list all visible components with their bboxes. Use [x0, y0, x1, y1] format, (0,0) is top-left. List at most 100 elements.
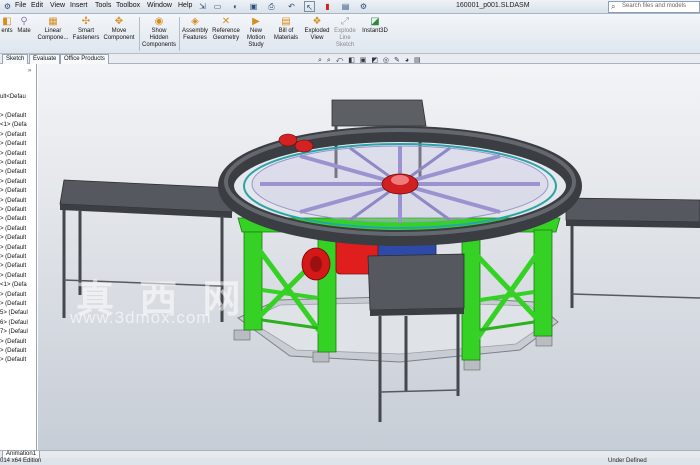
menu-bar: ⚙ File Edit View Insert Tools Toolbox Wi… — [0, 0, 700, 14]
search-input[interactable]: ⌕ Search files and models — [608, 1, 700, 13]
insert-components-button[interactable]: ◧ ents — [0, 16, 14, 35]
tree-component-item[interactable]: > (Default — [0, 292, 26, 299]
tree-component-item[interactable]: > (Default — [0, 198, 26, 205]
pin-icon[interactable]: ⇲ — [197, 1, 208, 12]
tab-evaluate[interactable]: Evaluate — [29, 54, 61, 64]
tree-component-item[interactable]: > (Default — [0, 132, 26, 139]
table-rail — [379, 389, 459, 393]
display-style-icon[interactable]: ◩ — [371, 57, 378, 64]
motion-study-icon: ▶ — [252, 16, 260, 27]
bill-of-materials-icon: ▤ — [281, 16, 291, 27]
tree-component-item[interactable]: > (Default — [0, 216, 26, 223]
tree-component-item[interactable]: > (Default — [0, 348, 26, 355]
assembly-model[interactable] — [38, 64, 700, 450]
view-settings-icon[interactable]: ▤ — [414, 57, 421, 64]
tree-component-item[interactable]: > (Default — [0, 245, 26, 252]
move-component-button[interactable]: ✥ Move Component — [102, 16, 136, 42]
foot — [233, 329, 251, 341]
smart-fasteners-button[interactable]: ✣ Smart Fasteners — [72, 16, 100, 42]
undo-icon[interactable]: ↶ — [286, 1, 297, 12]
menu-tools[interactable]: Tools — [95, 2, 111, 9]
tree-component-item[interactable]: 5> (Defaul — [0, 310, 28, 317]
tree-component-item[interactable]: > (Default — [0, 226, 26, 233]
rebuild-icon[interactable]: ▮ — [322, 1, 333, 12]
table-top-right — [565, 197, 700, 223]
menu-insert[interactable]: Insert — [70, 2, 88, 9]
file-properties-icon[interactable]: ▤ — [340, 1, 351, 12]
tree-component-item[interactable]: > (Default — [0, 113, 26, 120]
mate-button[interactable]: ⚲ Mate — [14, 16, 34, 35]
section-view-icon[interactable]: ◧ — [348, 57, 355, 64]
search-icon: ⌕ — [611, 2, 616, 11]
document-title: 160001_p001.SLDASM — [456, 2, 530, 9]
tree-component-item[interactable]: 7> (Defaul — [0, 329, 28, 336]
zoom-to-fit-icon[interactable]: ⌕ — [318, 57, 322, 64]
view-orientation-icon[interactable]: ▣ — [360, 57, 367, 64]
exploded-view-button[interactable]: ❖ Exploded View — [302, 16, 332, 42]
save-icon[interactable]: ▣ — [248, 1, 259, 12]
tree-component-item[interactable]: > (Default — [0, 273, 26, 280]
show-hidden-icon: ◉ — [154, 16, 164, 27]
status-definition: Under Defined — [608, 458, 647, 464]
new-document-icon[interactable]: ▭ — [212, 1, 223, 12]
tree-component-item[interactable]: > (Default — [0, 151, 26, 158]
button-label: Exploded View — [304, 28, 330, 41]
tree-component-item[interactable]: > (Default — [0, 207, 26, 214]
tree-component-item[interactable]: > (Default — [0, 263, 26, 270]
graphics-area[interactable]: 真 西 网 www.3dmox.com — [38, 64, 700, 450]
button-label: New Motion Study — [246, 28, 265, 48]
menu-file[interactable]: File — [15, 2, 26, 9]
tree-component-item[interactable]: > (Default — [0, 188, 26, 195]
button-label: Bill of Materials — [273, 28, 299, 41]
tree-component-item[interactable]: <1> (Defa — [0, 122, 27, 129]
select-icon[interactable]: ↖ — [304, 1, 315, 12]
hide-show-items-icon[interactable]: ◎ — [383, 57, 389, 64]
print-icon[interactable]: ⎙ — [266, 1, 277, 12]
reference-geometry-icon: ✕ — [221, 16, 231, 27]
tree-component-item[interactable]: > (Default — [0, 254, 26, 261]
menu-toolbox[interactable]: Toolbox — [116, 2, 140, 9]
open-icon[interactable]: ◐ — [230, 1, 241, 12]
zoom-to-area-icon[interactable]: ⌕ — [327, 57, 331, 64]
tree-component-item[interactable]: > (Default — [0, 169, 26, 176]
tab-office-products[interactable]: Office Products — [60, 54, 109, 64]
tree-component-item[interactable]: > (Default — [0, 235, 26, 242]
watermark-url: www.3dmox.com — [70, 308, 212, 327]
components-icon: ◧ — [2, 16, 12, 27]
instant3d-icon: ◪ — [370, 16, 380, 27]
tree-component-item[interactable]: > (Default — [0, 160, 26, 167]
search-placeholder: Search files and models — [622, 3, 687, 9]
options-icon[interactable]: ⚙ — [358, 1, 369, 12]
reference-geometry-button[interactable]: ✕ Reference Geometry — [210, 16, 242, 42]
instant3d-button[interactable]: ◪ Instant3D — [359, 16, 391, 35]
foot — [312, 351, 330, 363]
explode-line-sketch-button[interactable]: ⤢ Explode Line Sketch — [332, 16, 358, 49]
previous-view-icon[interactable]: ⤺ — [336, 57, 343, 64]
bill-of-materials-button[interactable]: ▤ Bill of Materials — [271, 16, 301, 42]
tree-component-item[interactable]: > (Default — [0, 141, 26, 148]
tree-component-item[interactable]: <1> (Defa — [0, 282, 27, 289]
tree-component-item[interactable]: > (Default — [0, 179, 26, 186]
menu-window[interactable]: Window — [147, 2, 172, 9]
tree-component-item[interactable]: > (Default — [0, 357, 26, 364]
menu-help[interactable]: Help — [178, 2, 192, 9]
new-motion-study-button[interactable]: ▶ New Motion Study — [244, 16, 268, 49]
tab-sketch[interactable]: Sketch — [2, 54, 29, 64]
show-hidden-components-button[interactable]: ◉ Show Hidden Components — [141, 16, 177, 49]
tree-component-item[interactable]: > (Default — [0, 339, 26, 346]
move-component-icon: ✥ — [114, 16, 124, 27]
linear-component-pattern-button[interactable]: ▦ Linear Compone... — [36, 16, 70, 42]
menu-edit[interactable]: Edit — [31, 2, 43, 9]
menu-view[interactable]: View — [50, 2, 65, 9]
assembly-features-button[interactable]: ◈ Assembly Features — [180, 16, 210, 42]
solidworks-logo-icon[interactable]: ⚙ — [2, 1, 13, 12]
panel-expand-icon[interactable]: » — [28, 68, 31, 74]
status-bar: 014 x64 Edition Under Defined — [0, 458, 700, 465]
edit-appearance-icon[interactable]: ✎ — [394, 57, 400, 64]
tree-component-item[interactable]: 6> (Defaul — [0, 320, 28, 327]
button-label: Explode Line Sketch — [334, 28, 356, 48]
tree-component-item[interactable]: > (Default — [0, 301, 26, 308]
tree-root-config[interactable]: ult<Defau — [0, 94, 26, 101]
motor-shaft-cover — [310, 256, 322, 272]
apply-scene-icon[interactable]: ◕ — [405, 57, 409, 64]
